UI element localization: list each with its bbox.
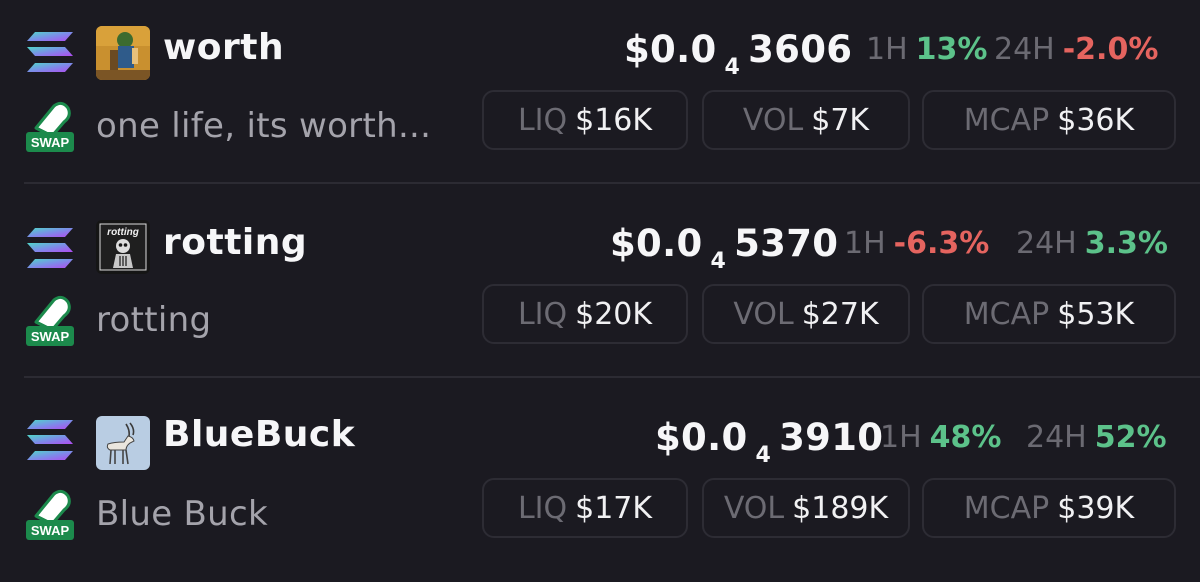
solana-chain-icon <box>27 420 73 460</box>
volume-pill[interactable]: VOL $27K <box>702 284 910 344</box>
volume-pill[interactable]: VOL $189K <box>702 478 910 538</box>
market-cap-pill[interactable]: MCAP $36K <box>922 90 1176 150</box>
swap-badge-icon[interactable]: SWAP <box>24 292 76 348</box>
token-name[interactable]: rotting <box>163 222 307 263</box>
token-description: one life, its worth... <box>96 106 432 146</box>
character-avatar-icon <box>96 26 150 80</box>
token-description: rotting <box>96 300 212 340</box>
svg-text:SWAP: SWAP <box>31 523 70 538</box>
liquidity-pill[interactable]: LIQ $16K <box>482 90 688 150</box>
token-row[interactable]: rotting rotting $0.0 4 5370 1H -6.3% 24H 3.3… <box>0 194 1200 388</box>
change-24h: 24H -2.0% <box>994 32 1159 67</box>
change-24h: 24H 52% <box>1026 420 1167 455</box>
market-cap-pill[interactable]: MCAP $39K <box>922 478 1176 538</box>
market-cap-pill[interactable]: MCAP $53K <box>922 284 1176 344</box>
swap-badge-icon[interactable]: SWAP <box>24 486 76 542</box>
token-row[interactable]: worth $0.0 4 3606 1H 13% 24H -2.0% SWAP one … <box>0 0 1200 194</box>
token-name[interactable]: worth <box>163 27 284 68</box>
change-1h: 1H 13% <box>866 32 988 67</box>
price-zero-count: 4 <box>710 249 727 274</box>
solana-chain-icon <box>27 228 73 268</box>
svg-text:SWAP: SWAP <box>31 135 70 150</box>
svg-text:rotting: rotting <box>107 227 139 238</box>
row-divider <box>24 182 1200 184</box>
change-1h: 1H -6.3% <box>844 226 990 261</box>
swap-badge-icon[interactable]: SWAP <box>24 98 76 154</box>
price-zero-count: 4 <box>724 55 741 80</box>
token-price: $0.0 4 3606 <box>624 28 853 80</box>
token-price: $0.0 4 3910 <box>655 416 884 468</box>
price-zero-count: 4 <box>755 443 772 468</box>
token-price: $0.0 4 5370 <box>610 222 839 274</box>
change-1h: 1H 48% <box>880 420 1002 455</box>
token-description: Blue Buck <box>96 494 269 534</box>
liquidity-pill[interactable]: LIQ $17K <box>482 478 688 538</box>
antelope-logo-icon <box>96 416 150 470</box>
volume-pill[interactable]: VOL $7K <box>702 90 910 150</box>
token-name[interactable]: BlueBuck <box>163 414 355 455</box>
solana-chain-icon <box>27 32 73 72</box>
row-divider <box>24 376 1200 378</box>
skeleton-logo-icon: rotting <box>96 220 150 274</box>
token-row[interactable]: BlueBuck $0.0 4 3910 1H 48% 24H 52% SWAP Blu… <box>0 388 1200 582</box>
liquidity-pill[interactable]: LIQ $20K <box>482 284 688 344</box>
svg-text:SWAP: SWAP <box>31 329 70 344</box>
change-24h: 24H 3.3% <box>1016 226 1168 261</box>
